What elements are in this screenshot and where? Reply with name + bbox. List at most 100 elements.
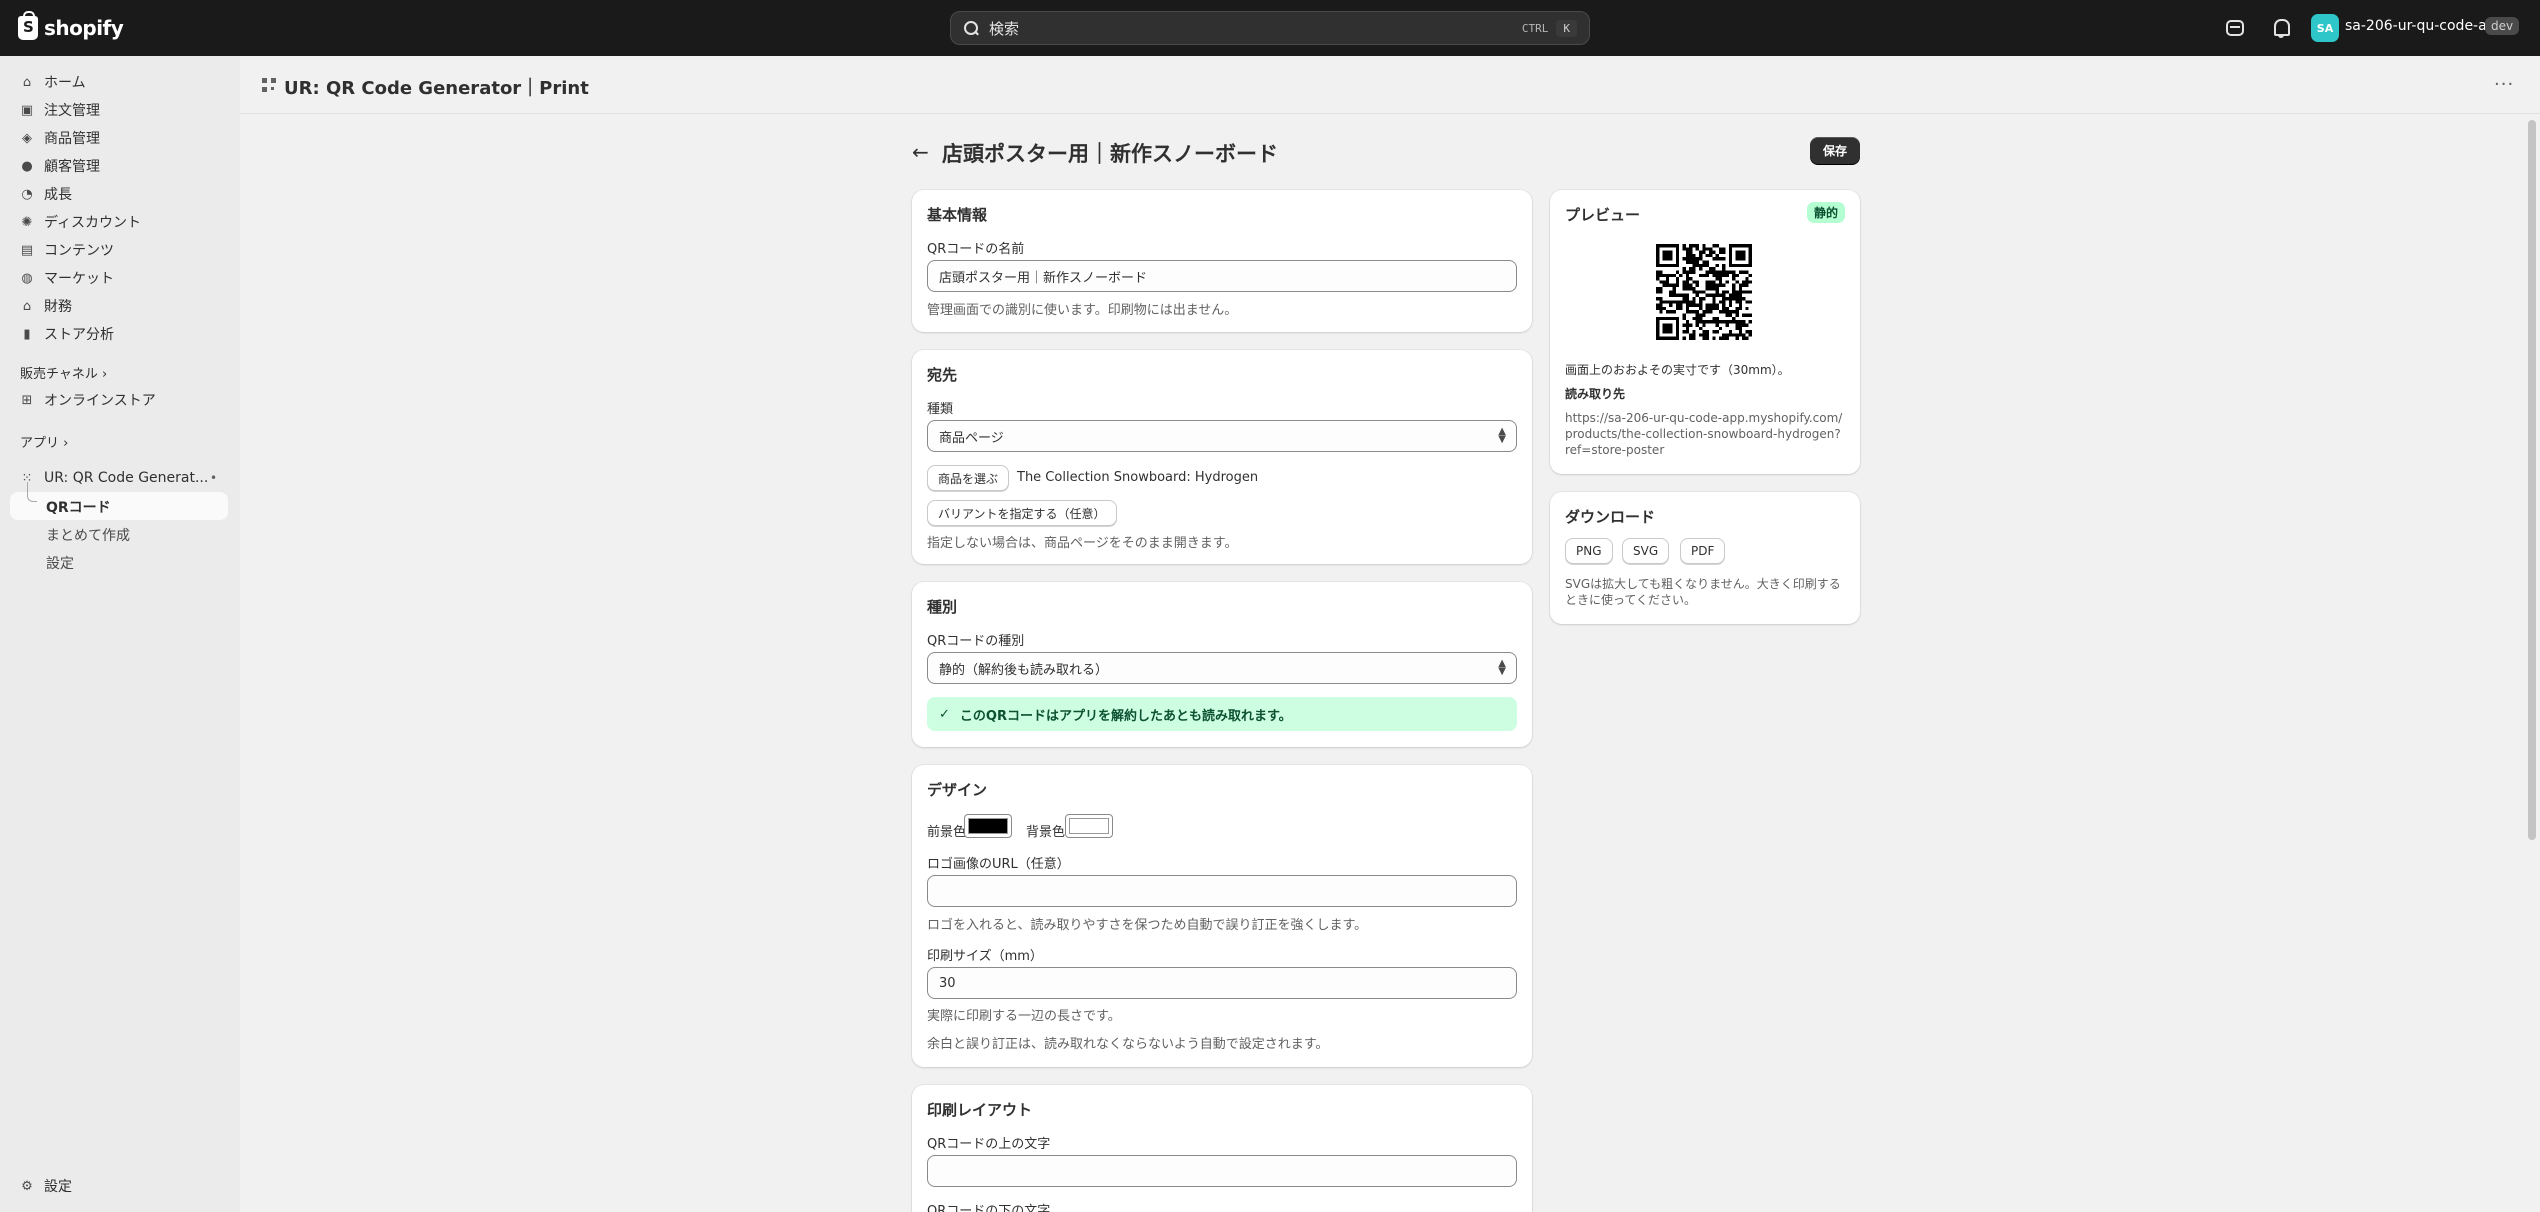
design-card: デザイン 前景色 背景色 ロゴ画像のURL（任意） ロゴを入れると、読み取りやす… <box>912 765 1532 1067</box>
more-actions-icon[interactable]: ··· <box>2494 74 2514 95</box>
download-pdf-button[interactable]: PDF <box>1680 538 1726 564</box>
sidebar-item-growth[interactable]: ◔ 成長 <box>10 181 228 207</box>
content-icon: ▤ <box>20 242 34 258</box>
logo-url-input[interactable] <box>927 875 1517 907</box>
page-title-row: ← 店頭ポスター用｜新作スノーボード <box>912 136 1860 168</box>
sidebar-sub-qr-codes[interactable]: QRコード <box>46 497 111 517</box>
preview-card: プレビュー 静的 画面上のおおよその実寸です（30mm）。 読み取り先 http… <box>1550 190 1860 474</box>
static-info-banner: ✓ このQRコードはアプリを解約したあとも読み取れます。 <box>927 697 1517 731</box>
print-size-label: 印刷サイズ（mm） <box>927 949 1043 964</box>
destination-card: 宛先 種類 商品ページ ▲ ▼ 商品を選ぶ The Collection Snow… <box>912 350 1532 564</box>
bell-icon[interactable] <box>2270 17 2292 39</box>
basic-info-title: 基本情報 <box>927 206 988 224</box>
selected-product: The Collection Snowboard: Hydrogen <box>1017 470 1259 485</box>
sidebar-sub-settings[interactable]: 設定 <box>46 553 74 573</box>
sidebar-item-content[interactable]: ▤ コンテンツ <box>10 237 228 263</box>
select-arrows-icon: ▲ ▼ <box>1498 658 1506 677</box>
gauge-icon: ◔ <box>21 186 33 202</box>
top-bar: shopify 検索 CTRL K SA sa-206-ur-qu-code-a… <box>0 0 2540 56</box>
destination-title: 宛先 <box>927 366 958 384</box>
read-target-label: 読み取り先 <box>1565 387 1626 401</box>
download-title: ダウンロード <box>1565 508 1656 526</box>
home-icon: ⌂ <box>22 74 32 90</box>
store-avatar[interactable]: SA <box>2311 14 2339 42</box>
qr-name-label: QRコードの名前 <box>927 242 1025 257</box>
search-icon <box>963 20 979 36</box>
pin-dot-icon[interactable]: • <box>210 471 217 485</box>
destination-type-label: 種類 <box>927 402 954 417</box>
print-layout-card: 印刷レイアウト QRコードの上の文字 QRコードの下の文字 <box>912 1085 1532 1212</box>
scrollbar[interactable] <box>2528 120 2536 840</box>
sidebar-item-settings[interactable]: ⚙ 設定 <box>10 1173 228 1199</box>
bg-color-label: 背景色 <box>1026 825 1066 840</box>
gear-icon: ⚙ <box>21 1178 33 1194</box>
choose-product-button[interactable]: 商品を選ぶ <box>927 465 1010 491</box>
sidebar-item-products[interactable]: ◈ 商品管理 <box>10 125 228 151</box>
print-size-help-1: 実際に印刷する一辺の長さです。 <box>927 1009 1121 1024</box>
search-placeholder: 検索 <box>989 19 1020 38</box>
fg-color-swatch[interactable] <box>964 814 1012 838</box>
shortcut-k: K <box>1556 19 1577 37</box>
logo-url-help: ロゴを入れると、読み取りやすさを保つため自動で誤り訂正を強くします。 <box>927 918 1368 933</box>
fg-color-fill <box>968 818 1008 834</box>
sidebar-item-analytics[interactable]: ▮ ストア分析 <box>10 321 228 347</box>
download-png-button[interactable]: PNG <box>1565 538 1613 564</box>
text-below-label: QRコードの下の文字 <box>927 1204 1051 1212</box>
sidebar-item-qr-app[interactable]: ⁙ UR: QR Code Generat... • <box>10 465 228 491</box>
online-store-icon: ⊞ <box>21 392 33 408</box>
preview-title: プレビュー <box>1565 206 1641 224</box>
bg-color-swatch[interactable] <box>1065 814 1113 838</box>
storefront-icon[interactable] <box>2226 20 2244 36</box>
search-bar[interactable]: 検索 CTRL K <box>950 11 1590 45</box>
sidebar-item-online-store[interactable]: ⊞ オンラインストア <box>10 387 228 413</box>
sidebar-item-customers[interactable]: ● 顧客管理 <box>10 153 228 179</box>
save-button[interactable]: 保存 <box>1810 137 1860 164</box>
text-above-label: QRコードの上の文字 <box>927 1137 1051 1152</box>
active-nav-highlight <box>10 492 228 520</box>
download-svg-button[interactable]: SVG <box>1622 538 1670 564</box>
print-layout-title: 印刷レイアウト <box>927 1101 1033 1119</box>
fg-color-label: 前景色 <box>927 825 967 840</box>
back-arrow-icon[interactable]: ← <box>912 140 929 164</box>
bank-icon: ⌂ <box>22 298 32 314</box>
basic-info-card: 基本情報 QRコードの名前 店頭ポスター用｜新作スノーボード 管理画面での識別に… <box>912 190 1532 332</box>
discount-icon: ✺ <box>21 214 33 230</box>
shopify-logo[interactable]: shopify <box>18 11 124 42</box>
download-help: SVGは拡大しても粗くなりません。大きく印刷するときに使ってください。 <box>1565 577 1841 607</box>
design-title: デザイン <box>927 781 988 799</box>
destination-help: 指定しない場合は、商品ページをそのまま開きます。 <box>927 536 1238 551</box>
text-above-input[interactable] <box>927 1155 1517 1187</box>
sidebar-item-orders[interactable]: ▣ 注文管理 <box>10 97 228 123</box>
sidebar-item-finance[interactable]: ⌂ 財務 <box>10 293 228 319</box>
logo-url-label: ロゴ画像のURL（任意） <box>927 857 1070 872</box>
qr-name-input[interactable]: 店頭ポスター用｜新作スノーボード <box>927 260 1517 292</box>
read-target-url: https://sa-206-ur-qu-code-app.myshopify.… <box>1565 411 1843 457</box>
sidebar-item-discounts[interactable]: ✺ ディスカウント <box>10 209 228 235</box>
store-name[interactable]: sa-206-ur-qu-code-app <box>2345 18 2504 34</box>
destination-type-select[interactable]: 商品ページ ▲ ▼ <box>927 420 1517 452</box>
download-card: ダウンロード PNG SVG PDF SVGは拡大しても粗くなりません。大きく印… <box>1550 492 1860 624</box>
preview-size-note: 画面上のおおよその実寸です（30mm）。 <box>1565 363 1790 377</box>
env-badge: dev <box>2485 17 2520 35</box>
globe-icon: ◍ <box>21 270 33 286</box>
chart-icon: ▮ <box>23 326 31 342</box>
checkmark-icon: ✓ <box>939 706 950 722</box>
print-size-input[interactable]: 30 <box>927 967 1517 999</box>
apps-heading[interactable]: アプリ › <box>20 432 68 451</box>
qr-type-select[interactable]: 静的（解約後も読み取れる） ▲ ▼ <box>927 652 1517 684</box>
tree-line <box>27 482 37 502</box>
page-title: 店頭ポスター用｜新作スノーボード <box>942 142 1278 166</box>
sidebar-sub-bulk-create[interactable]: まとめて作成 <box>46 525 130 545</box>
bg-color-fill <box>1069 818 1109 834</box>
sidebar-item-markets[interactable]: ◍ マーケット <box>10 265 228 291</box>
qr-type-label: QRコードの種別 <box>927 634 1025 649</box>
shopify-bag-icon <box>18 11 38 40</box>
tag-icon: ◈ <box>22 130 32 146</box>
qr-app-icon <box>262 78 276 92</box>
sidebar-item-home[interactable]: ⌂ ホーム <box>10 69 228 95</box>
sales-channels-heading[interactable]: 販売チャネル › <box>20 363 107 382</box>
select-arrows-icon: ▲ ▼ <box>1498 426 1506 445</box>
print-size-help-2: 余白と誤り訂正は、読み取れなくならないよう自動で設定されます。 <box>927 1037 1329 1052</box>
qr-kind-card: 種別 QRコードの種別 静的（解約後も読み取れる） ▲ ▼ ✓ このQRコードはア… <box>912 582 1532 747</box>
specify-variant-button[interactable]: バリアントを指定する（任意） <box>927 500 1117 526</box>
